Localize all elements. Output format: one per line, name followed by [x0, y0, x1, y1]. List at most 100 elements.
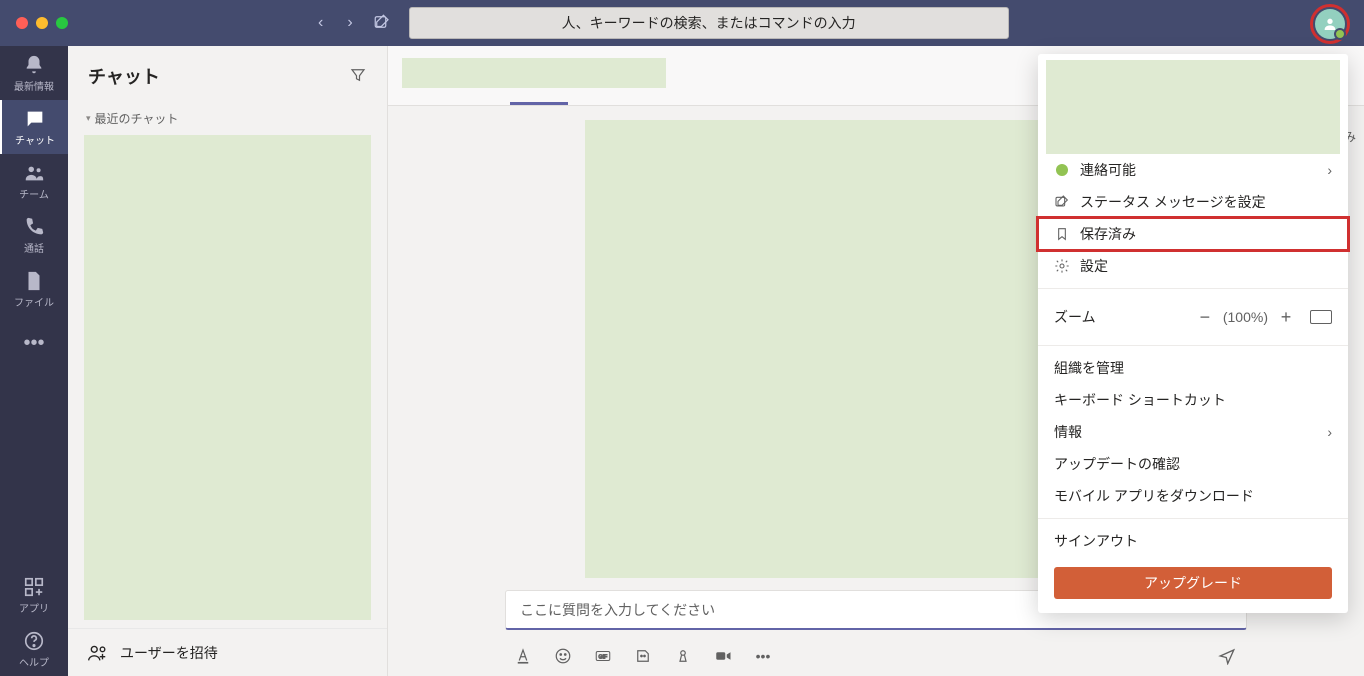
chevron-right-icon: › — [1327, 162, 1332, 178]
presence-dot-icon — [1334, 28, 1346, 40]
menu-settings[interactable]: 設定 — [1038, 250, 1348, 282]
rail-more[interactable]: ••• — [0, 316, 68, 370]
filter-icon[interactable] — [349, 66, 367, 87]
menu-settings-label: 設定 — [1080, 256, 1108, 276]
nav-arrows: ‹ › — [318, 14, 353, 32]
message-input-placeholder: ここに質問を入力してください — [520, 600, 715, 620]
upgrade-button-label: アップグレード — [1144, 573, 1242, 593]
title-bar: ‹ › 人、キーワードの検索、またはコマンドの入力 — [0, 0, 1364, 46]
menu-sign-out-label: サインアウト — [1054, 531, 1138, 551]
chevron-right-icon: › — [1327, 424, 1332, 440]
invite-users-button[interactable]: ユーザーを招待 — [68, 628, 387, 676]
rail-activity[interactable]: 最新情報 — [0, 46, 68, 100]
menu-about-label: 情報 — [1054, 422, 1082, 442]
chat-list-title: チャット — [88, 63, 160, 89]
rail-teams[interactable]: チーム — [0, 154, 68, 208]
rail-calls[interactable]: 通話 — [0, 208, 68, 262]
edit-icon — [1054, 194, 1070, 210]
apps-icon — [23, 576, 45, 598]
presence-available-icon — [1054, 162, 1070, 178]
menu-saved-label: 保存済み — [1080, 224, 1136, 244]
gear-icon — [1054, 258, 1070, 274]
file-icon — [23, 270, 45, 292]
compose-icon[interactable] — [373, 13, 391, 34]
send-icon[interactable] — [1218, 647, 1236, 665]
window-controls — [16, 17, 68, 29]
maximize-window-button[interactable] — [56, 17, 68, 29]
menu-manage-org-label: 組織を管理 — [1054, 358, 1124, 378]
recent-chats-label: 最近のチャット — [95, 110, 179, 127]
rail-files[interactable]: ファイル — [0, 262, 68, 316]
menu-divider — [1038, 518, 1348, 519]
menu-presence-label: 連絡可能 — [1080, 160, 1136, 180]
menu-sign-out[interactable]: サインアウト — [1038, 525, 1348, 557]
profile-card-redacted — [1046, 60, 1340, 154]
zoom-control: ズーム − (100%) + — [1038, 295, 1348, 339]
meet-now-icon[interactable] — [714, 647, 732, 665]
menu-presence[interactable]: 連絡可能 › — [1038, 154, 1348, 186]
format-icon[interactable] — [514, 647, 532, 665]
menu-download-mobile-label: モバイル アプリをダウンロード — [1054, 486, 1254, 506]
caret-down-icon: ▾ — [86, 113, 91, 124]
rail-calls-label: 通話 — [24, 240, 44, 255]
chat-icon — [24, 108, 46, 130]
profile-menu: 連絡可能 › ステータス メッセージを設定 保存済み 設定 ズーム − (100… — [1038, 54, 1348, 613]
rail-help-label: ヘルプ — [19, 654, 49, 669]
menu-about[interactable]: 情報 › — [1038, 416, 1348, 448]
chat-list-header: チャット — [68, 46, 387, 106]
menu-set-status-label: ステータス メッセージを設定 — [1080, 192, 1266, 212]
gif-icon[interactable]: GIF — [594, 647, 612, 665]
sticker-icon[interactable] — [634, 647, 652, 665]
upgrade-button[interactable]: アップグレード — [1054, 567, 1332, 599]
menu-keyboard-shortcuts[interactable]: キーボード ショートカット — [1038, 384, 1348, 416]
more-icon: ••• — [23, 332, 44, 354]
menu-check-updates-label: アップデートの確認 — [1054, 454, 1180, 474]
emoji-icon[interactable] — [554, 647, 572, 665]
teams-icon — [23, 162, 45, 184]
bookmark-icon — [1054, 226, 1070, 242]
profile-avatar-highlight — [1310, 4, 1350, 44]
rail-chat[interactable]: チャット — [0, 100, 68, 154]
invite-users-label: ユーザーを招待 — [120, 643, 218, 663]
zoom-label: ズーム — [1054, 307, 1191, 327]
rail-activity-label: 最新情報 — [14, 78, 54, 93]
profile-avatar[interactable] — [1315, 9, 1345, 39]
recent-chats-header[interactable]: ▾ 最近のチャット — [68, 106, 387, 133]
help-icon — [23, 630, 45, 652]
search-placeholder: 人、キーワードの検索、またはコマンドの入力 — [562, 13, 856, 33]
search-input[interactable]: 人、キーワードの検索、またはコマンドの入力 — [409, 7, 1009, 39]
rail-chat-label: チャット — [15, 132, 55, 147]
zoom-in-button[interactable]: + — [1272, 308, 1300, 326]
close-window-button[interactable] — [16, 17, 28, 29]
menu-keyboard-label: キーボード ショートカット — [1054, 390, 1226, 410]
rail-files-label: ファイル — [14, 294, 54, 309]
invite-icon — [86, 642, 108, 664]
zoom-value: (100%) — [1223, 309, 1268, 325]
menu-manage-org[interactable]: 組織を管理 — [1038, 352, 1348, 384]
svg-text:GIF: GIF — [599, 654, 608, 660]
nav-forward-icon[interactable]: › — [347, 14, 352, 32]
menu-divider — [1038, 288, 1348, 289]
rail-teams-label: チーム — [19, 186, 49, 201]
menu-divider — [1038, 345, 1348, 346]
more-tools-icon[interactable]: ••• — [754, 647, 772, 665]
app-rail: 最新情報 チャット チーム 通話 ファイル ••• アプリ ヘルプ — [0, 46, 68, 676]
menu-saved[interactable]: 保存済み — [1038, 218, 1348, 250]
fullscreen-icon[interactable] — [1310, 310, 1332, 324]
compose-toolbar: GIF ••• — [388, 636, 1364, 676]
chat-list-redacted — [84, 135, 371, 620]
menu-set-status[interactable]: ステータス メッセージを設定 — [1038, 186, 1348, 218]
bell-icon — [23, 54, 45, 76]
menu-check-updates[interactable]: アップデートの確認 — [1038, 448, 1348, 480]
rail-apps[interactable]: アプリ — [0, 568, 68, 622]
nav-back-icon[interactable]: ‹ — [318, 14, 323, 32]
active-tab-underline — [510, 102, 568, 105]
rail-help[interactable]: ヘルプ — [0, 622, 68, 676]
minimize-window-button[interactable] — [36, 17, 48, 29]
rail-apps-label: アプリ — [19, 600, 49, 615]
praise-icon[interactable] — [674, 647, 692, 665]
zoom-out-button[interactable]: − — [1191, 308, 1219, 326]
phone-icon — [23, 216, 45, 238]
menu-download-mobile[interactable]: モバイル アプリをダウンロード — [1038, 480, 1348, 512]
conversation-title-redacted — [402, 58, 666, 88]
